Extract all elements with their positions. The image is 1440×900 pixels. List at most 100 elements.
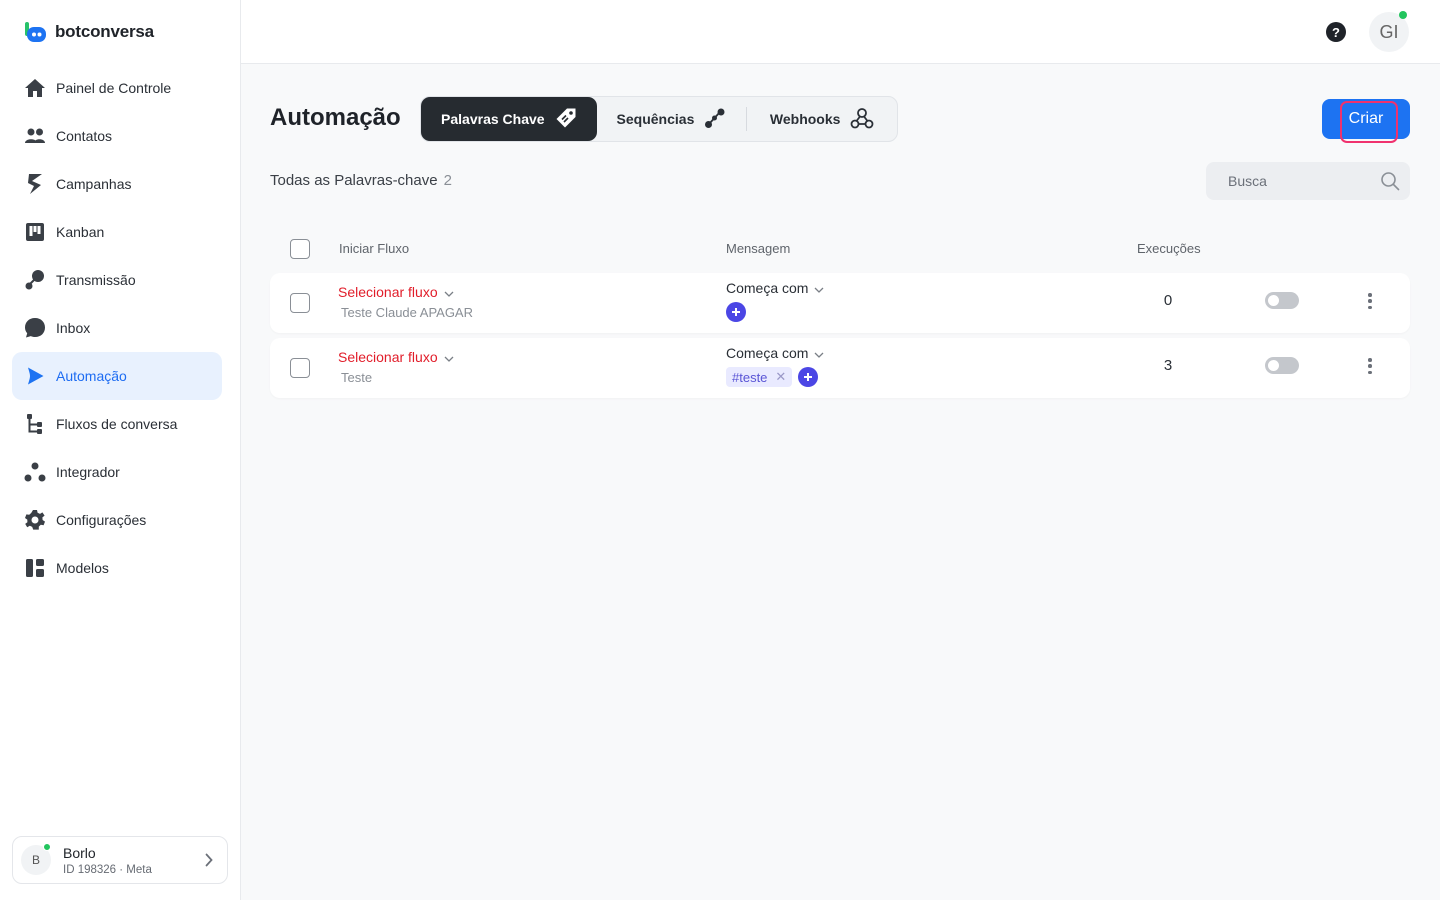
chevron-down-icon xyxy=(444,284,454,300)
chevron-down-icon xyxy=(444,349,454,365)
help-icon[interactable]: ? xyxy=(1326,22,1346,42)
account-switcher[interactable]: B Borlo ID 198326 · Meta xyxy=(12,836,228,884)
enable-toggle[interactable] xyxy=(1265,357,1299,374)
keyword-text: #teste xyxy=(732,369,768,385)
sidebar-item-transmissao[interactable]: Transmissão xyxy=(12,256,222,304)
flow-name: Teste xyxy=(341,370,373,385)
column-header-flow: Iniciar Fluxo xyxy=(339,241,410,256)
sidebar-item-campanhas[interactable]: Campanhas xyxy=(12,160,222,208)
online-status-dot xyxy=(43,843,51,851)
tab-webhooks[interactable]: Webhooks xyxy=(747,97,897,141)
select-all-checkbox[interactable] xyxy=(290,239,310,259)
column-header-message: Mensagem xyxy=(726,241,791,256)
sidebar-item-label: Fluxos de conversa xyxy=(56,416,178,432)
add-keyword-icon[interactable] xyxy=(798,367,819,387)
flow-select-dropdown[interactable]: Selecionar fluxo xyxy=(338,349,454,365)
search-input[interactable] xyxy=(1228,173,1368,189)
sidebar-item-label: Transmissão xyxy=(56,272,136,288)
flow-select-dropdown[interactable]: Selecionar fluxo xyxy=(338,284,454,300)
enable-toggle[interactable] xyxy=(1265,292,1299,309)
search-icon[interactable] xyxy=(1380,171,1400,196)
templates-icon xyxy=(24,557,46,579)
toggle-knob xyxy=(1268,295,1279,306)
tab-label: Sequências xyxy=(616,111,695,127)
sidebar: botconversa Painel de Controle Contatos … xyxy=(0,0,241,900)
more-options-icon[interactable] xyxy=(1364,291,1376,311)
chat-bubble-icon xyxy=(24,317,46,339)
tab-sequencias[interactable]: Sequências xyxy=(597,97,747,141)
sidebar-item-kanban[interactable]: Kanban xyxy=(12,208,222,256)
focus-highlight xyxy=(1340,101,1398,143)
webhook-icon xyxy=(850,107,874,132)
brand-name: botconversa xyxy=(55,22,154,41)
chevron-down-icon xyxy=(814,280,824,296)
sidebar-item-fluxos[interactable]: Fluxos de conversa xyxy=(12,400,222,448)
row-checkbox[interactable] xyxy=(290,293,310,313)
sidebar-item-configuracoes[interactable]: Configurações xyxy=(12,496,222,544)
sidebar-item-painel[interactable]: Painel de Controle xyxy=(12,64,222,112)
more-options-icon[interactable] xyxy=(1364,356,1376,376)
execution-count: 0 xyxy=(1163,292,1173,309)
match-type-label: Começa com xyxy=(726,345,809,361)
sidebar-item-label: Contatos xyxy=(56,128,113,144)
sidebar-item-modelos[interactable]: Modelos xyxy=(12,544,222,592)
sidebar-item-label: Automação xyxy=(56,368,127,384)
user-initials: GI xyxy=(1379,21,1399,42)
close-icon[interactable]: ✕ xyxy=(775,369,786,385)
kanban-icon xyxy=(24,221,46,243)
sidebar-item-label: Modelos xyxy=(56,560,109,576)
keyword-list xyxy=(726,302,746,322)
automation-icon xyxy=(24,365,46,387)
automation-tabs: Palavras Chave Sequências Webhooks xyxy=(420,96,898,142)
sidebar-item-label: Integrador xyxy=(56,464,120,480)
user-avatar[interactable]: GI xyxy=(1369,11,1409,52)
keyword-chip[interactable]: #teste ✕ xyxy=(726,367,793,387)
column-header-executions: Execuções xyxy=(1137,241,1201,256)
page-title: Automação xyxy=(270,104,401,131)
sequence-icon xyxy=(704,107,726,132)
table-row: Selecionar fluxo Teste Começa com #teste… xyxy=(270,338,1410,398)
keyword-list: #teste ✕ xyxy=(726,367,819,387)
account-initial: B xyxy=(31,853,40,867)
row-checkbox[interactable] xyxy=(290,358,310,378)
tab-label: Webhooks xyxy=(769,111,841,127)
account-subtitle: ID 198326 · Meta xyxy=(63,863,152,876)
users-icon xyxy=(24,125,46,147)
sidebar-item-contatos[interactable]: Contatos xyxy=(12,112,222,160)
sidebar-item-label: Kanban xyxy=(56,224,105,240)
list-title: Todas as Palavras-chave xyxy=(270,172,438,189)
search-box[interactable] xyxy=(1206,162,1410,200)
sidebar-item-automacao[interactable]: Automação xyxy=(12,352,222,400)
broadcast-icon xyxy=(24,269,46,291)
match-type-dropdown[interactable]: Começa com xyxy=(726,280,824,296)
tag-icon xyxy=(555,107,577,132)
chevron-down-icon xyxy=(814,345,824,361)
flow-select-label: Selecionar fluxo xyxy=(338,349,438,365)
execution-count: 3 xyxy=(1163,357,1173,374)
create-button[interactable]: Criar xyxy=(1322,99,1410,143)
sidebar-item-label: Inbox xyxy=(56,320,91,336)
list-count: 2 xyxy=(443,172,452,189)
account-avatar: B xyxy=(21,843,51,875)
top-bar: ? GI xyxy=(241,0,1440,64)
sidebar-item-inbox[interactable]: Inbox xyxy=(12,304,222,352)
integrator-icon xyxy=(24,461,46,483)
add-keyword-icon[interactable] xyxy=(726,302,746,322)
match-type-dropdown[interactable]: Começa com xyxy=(726,345,824,361)
sidebar-item-label: Painel de Controle xyxy=(56,80,172,96)
sidebar-item-label: Configurações xyxy=(56,512,147,528)
chevron-right-icon xyxy=(205,853,213,872)
gear-icon xyxy=(24,509,46,531)
flow-name: Teste Claude APAGAR xyxy=(341,305,473,320)
help-glyph: ? xyxy=(1332,24,1340,40)
sidebar-nav: Painel de Controle Contatos Campanhas Ka… xyxy=(12,64,222,592)
match-type-label: Começa com xyxy=(726,280,809,296)
home-icon xyxy=(24,77,46,99)
flow-select-label: Selecionar fluxo xyxy=(338,284,438,300)
brand-logo[interactable]: botconversa xyxy=(24,20,154,44)
tab-label: Palavras Chave xyxy=(441,111,545,127)
sidebar-item-integrador[interactable]: Integrador xyxy=(12,448,222,496)
toggle-knob xyxy=(1268,360,1279,371)
campaign-icon xyxy=(24,173,46,195)
tab-palavras-chave[interactable]: Palavras Chave xyxy=(421,97,597,141)
